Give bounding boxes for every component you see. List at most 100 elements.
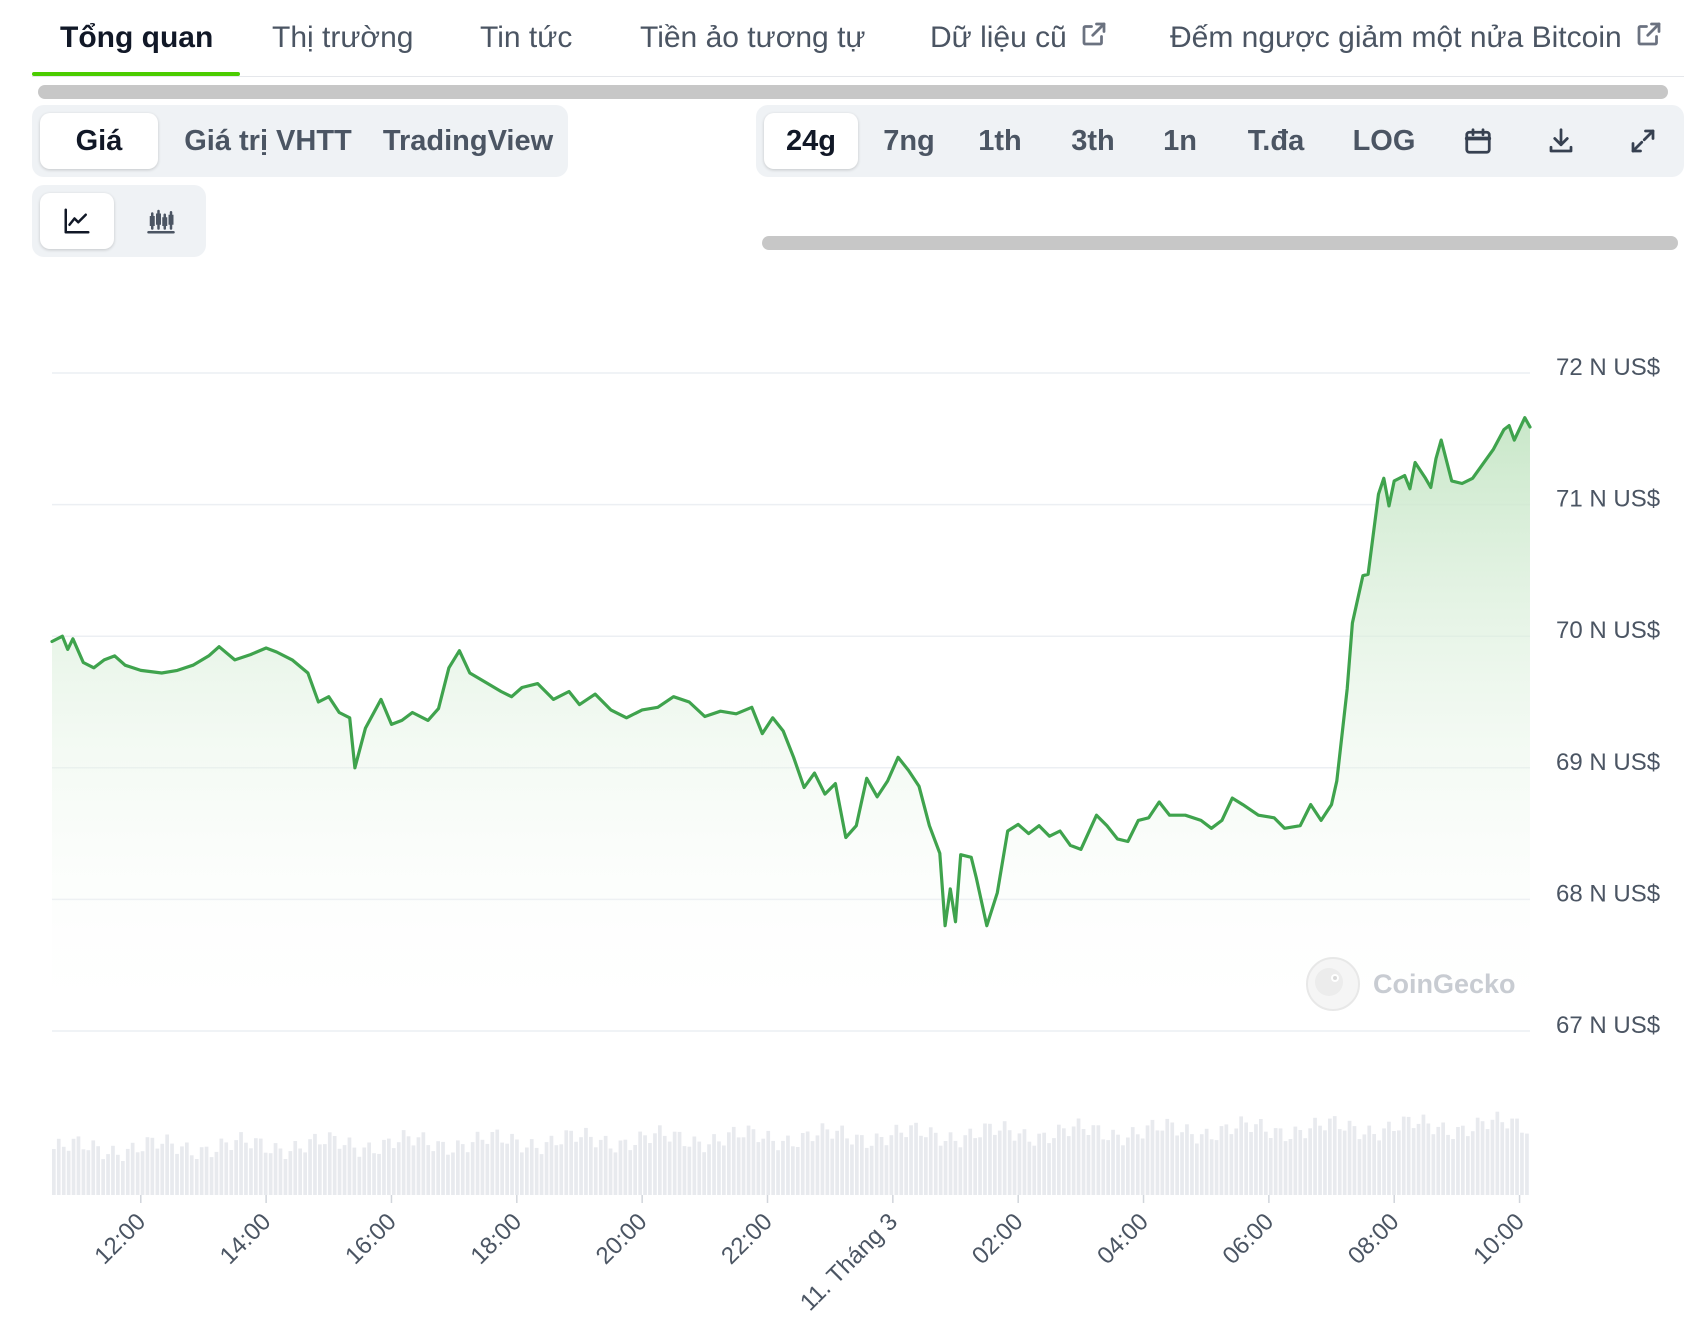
volume-bar xyxy=(278,1148,283,1195)
volume-bar xyxy=(273,1143,278,1195)
volume-bar xyxy=(845,1138,849,1195)
volume-bar xyxy=(603,1135,608,1195)
volume-bar xyxy=(1337,1129,1342,1195)
y-tick-label: 70 N US$ xyxy=(1556,617,1660,644)
volume-bar xyxy=(1347,1120,1352,1195)
volume-bar xyxy=(741,1137,746,1195)
coingecko-logo-icon xyxy=(1306,957,1360,1011)
volume-bar xyxy=(125,1148,130,1195)
volume-bar xyxy=(938,1145,943,1195)
volume-bar xyxy=(1224,1124,1229,1195)
volume-bar xyxy=(155,1148,160,1195)
volume-bar xyxy=(1298,1130,1303,1195)
volume-bar xyxy=(933,1132,938,1195)
volume-bar xyxy=(648,1143,652,1195)
volume-bar xyxy=(1461,1125,1465,1195)
volume-bar xyxy=(539,1154,544,1195)
coingecko-watermark: CoinGecko xyxy=(1305,956,1516,1012)
volume-bar xyxy=(1323,1130,1327,1195)
volume-bar xyxy=(643,1135,647,1195)
volume-bar xyxy=(919,1135,923,1195)
volume-bar xyxy=(1126,1137,1130,1195)
volume-bar xyxy=(1022,1129,1027,1195)
volume-bar xyxy=(416,1137,421,1195)
volume-bar xyxy=(1190,1134,1194,1195)
volume-bar xyxy=(574,1141,578,1195)
volume-bar xyxy=(1515,1118,1519,1195)
volume-bar xyxy=(756,1142,761,1195)
volume-bar xyxy=(1406,1116,1411,1195)
volume-bar xyxy=(761,1138,766,1195)
volume-bar xyxy=(1525,1133,1529,1195)
volume-bar xyxy=(993,1134,997,1195)
volume-bar xyxy=(71,1138,76,1195)
volume-bar xyxy=(214,1151,219,1195)
volume-bar xyxy=(1086,1135,1091,1195)
volume-bar xyxy=(268,1153,273,1195)
volume-bar xyxy=(559,1144,564,1195)
volume-bar xyxy=(401,1130,406,1195)
volume-bar xyxy=(377,1153,381,1195)
volume-bar xyxy=(914,1122,918,1195)
volume-bar xyxy=(431,1151,436,1195)
x-tick-label: 22:00 xyxy=(716,1208,778,1270)
volume-bar xyxy=(116,1154,120,1195)
volume-bar xyxy=(485,1143,490,1195)
volume-bar xyxy=(244,1142,248,1195)
volume-bar xyxy=(1032,1145,1037,1195)
volume-bar xyxy=(101,1159,105,1195)
volume-bar xyxy=(1091,1125,1096,1195)
volume-bar xyxy=(1372,1134,1376,1195)
volume-bar xyxy=(727,1132,731,1195)
volume-bar xyxy=(1165,1118,1170,1195)
volume-bar xyxy=(1451,1139,1455,1195)
volume-bar xyxy=(924,1137,928,1195)
volume-bar xyxy=(1199,1134,1204,1195)
volume-bar xyxy=(1259,1119,1263,1195)
volume-bar xyxy=(150,1137,155,1195)
volume-bar xyxy=(884,1145,889,1195)
volume-bar xyxy=(451,1152,455,1195)
volume-bar xyxy=(1101,1139,1106,1195)
volume-bar xyxy=(495,1129,500,1195)
volume-bar xyxy=(76,1136,81,1195)
volume-bar xyxy=(628,1150,633,1195)
volume-bar xyxy=(1342,1130,1347,1195)
volume-bar xyxy=(1155,1130,1160,1195)
volume-bar xyxy=(298,1148,302,1195)
volume-bar xyxy=(175,1153,179,1195)
volume-bar xyxy=(436,1141,440,1195)
volume-bar xyxy=(1204,1128,1209,1195)
volume-bar xyxy=(697,1141,702,1195)
x-tick-label: 14:00 xyxy=(215,1208,277,1270)
volume-bar xyxy=(1313,1117,1317,1195)
volume-bar xyxy=(135,1152,140,1195)
volume-bar xyxy=(1057,1124,1061,1195)
volume-bar xyxy=(387,1138,391,1195)
volume-bar xyxy=(776,1150,780,1195)
volume-bar xyxy=(224,1142,229,1195)
volume-bar xyxy=(835,1130,839,1195)
volume-bar xyxy=(475,1131,480,1195)
volume-bar xyxy=(1234,1128,1239,1195)
volume-bar xyxy=(500,1142,504,1195)
volume-bar xyxy=(1219,1126,1224,1195)
y-tick-label: 69 N US$ xyxy=(1556,749,1660,776)
volume-bar xyxy=(229,1150,234,1195)
volume-bar xyxy=(1293,1126,1298,1195)
y-tick-label: 68 N US$ xyxy=(1556,880,1660,907)
volume-bar xyxy=(382,1139,386,1195)
volume-bar xyxy=(1195,1143,1199,1195)
volume-bar xyxy=(318,1144,322,1195)
volume-bar xyxy=(800,1133,805,1195)
volume-bar xyxy=(1071,1126,1076,1195)
volume-bar xyxy=(480,1139,485,1195)
volume-bar xyxy=(185,1142,189,1195)
volume-bar xyxy=(1456,1127,1460,1195)
volume-bar xyxy=(1185,1124,1189,1195)
volume-bar xyxy=(1145,1125,1150,1195)
x-tick-label: 20:00 xyxy=(591,1208,653,1270)
x-tick-label: 12:00 xyxy=(89,1208,151,1270)
volume-bar xyxy=(1500,1122,1505,1195)
volume-bar xyxy=(879,1137,884,1195)
